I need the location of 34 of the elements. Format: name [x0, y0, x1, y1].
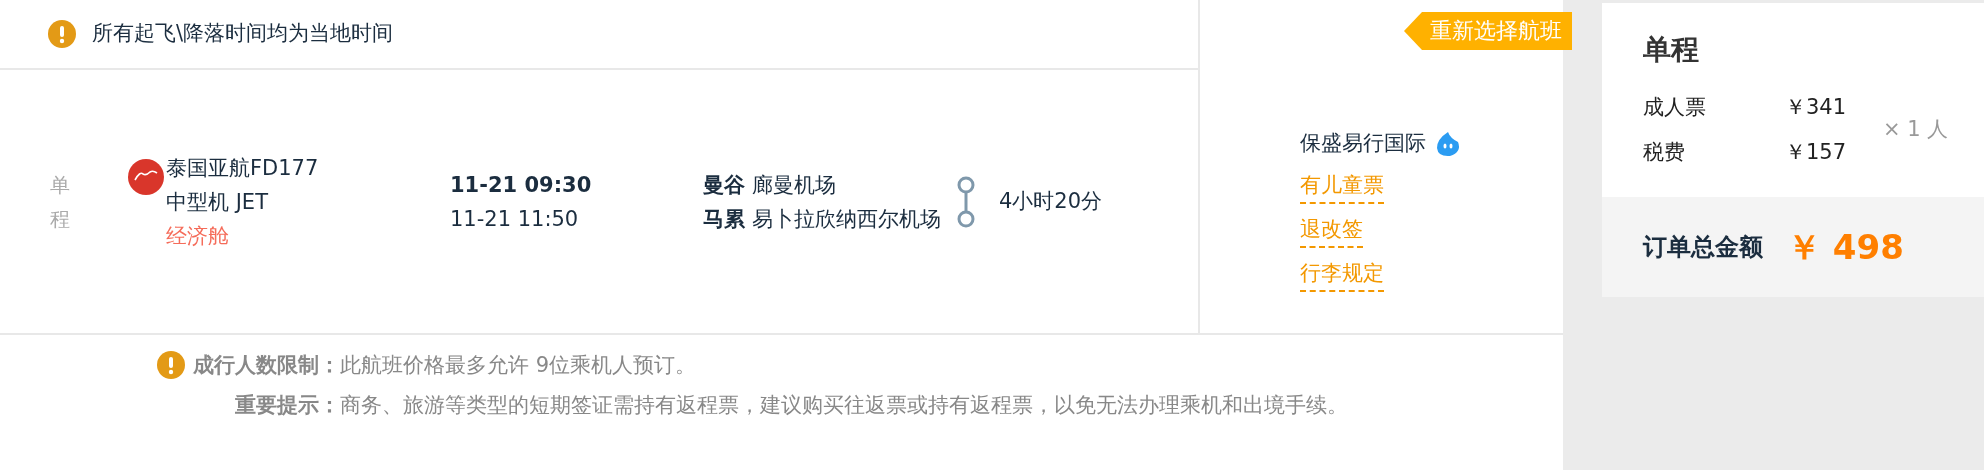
fare-label: 成人票 — [1643, 94, 1707, 121]
policy-link[interactable]: 行李规定 — [1300, 255, 1384, 292]
fare-label: 税费 — [1643, 139, 1686, 166]
reselect-flight-button[interactable]: 重新选择航班 — [1404, 12, 1572, 50]
summary-title: 单程 — [1643, 32, 1700, 68]
passenger-count: × 1 人 — [1883, 116, 1949, 144]
notice-text: 所有起飞\降落时间均为当地时间 — [92, 20, 394, 48]
fare-price: ￥157 — [1785, 139, 1847, 166]
note-text: 商务、旅游等类型的短期签证需持有返程票，建议购买往返票或持有返程票，以免无法办理乘机和出境手续。 — [340, 392, 1349, 419]
fare-price: ￥341 — [1785, 94, 1847, 121]
airport-name: 廊曼机场 — [751, 172, 836, 197]
airline-flight-number: 泰国亚航FD177 — [166, 154, 319, 182]
flight-duration: 4小时20分 — [999, 187, 1103, 215]
note-label: 成行人数限制： — [193, 352, 340, 379]
chat-bubble-icon[interactable] — [1434, 129, 1462, 158]
aircraft-type: 中型机 JET — [166, 189, 268, 214]
arrival-time: 11-21 11:50 — [450, 206, 579, 231]
route-icon — [956, 175, 976, 228]
cabin-class: 经济舱 — [166, 223, 229, 248]
airline-logo — [128, 158, 164, 195]
policy-link[interactable]: 退改签 — [1300, 211, 1363, 248]
warning-icon — [48, 20, 76, 48]
total-label: 订单总金额 — [1643, 232, 1763, 263]
policy-link[interactable]: 有儿童票 — [1300, 167, 1384, 204]
warning-icon — [157, 351, 185, 379]
note-text: 此航班价格最多允许 9位乘机人预订。 — [340, 352, 698, 379]
trip-type-label: 单程 — [50, 171, 70, 233]
city-name: 马累 — [703, 206, 745, 231]
city-name: 曼谷 — [703, 172, 745, 197]
departure-time: 11-21 09:30 — [450, 172, 592, 197]
note-label: 重要提示： — [235, 392, 340, 419]
airport-name: 易卜拉欣纳西尔机场 — [751, 206, 941, 231]
supplier-name: 保盛易行国际 — [1300, 130, 1426, 157]
total-amount: ￥ 498 — [1787, 225, 1904, 269]
